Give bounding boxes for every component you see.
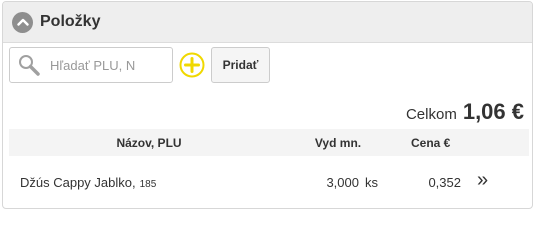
item-name-cell: Džús Cappy Jablko, 185 [9, 156, 289, 208]
add-button[interactable]: Pridať [211, 47, 270, 83]
column-header-name: Názov, PLU [116, 135, 182, 150]
column-header-price: Cena € [411, 135, 451, 150]
item-quantity-cell: 3,000 ks [289, 156, 387, 208]
total-label: Celkom [405, 106, 457, 123]
search-input[interactable] [50, 57, 136, 73]
plus-circle-icon[interactable] [179, 52, 205, 78]
table-header-row: Názov, PLU Vyd mn. Cena € [9, 129, 529, 156]
item-quantity: 3,000 [326, 174, 359, 190]
table-row[interactable]: Džús Cappy Jablko, 185 3,000 ks 0,352 » [9, 156, 529, 208]
chevron-up-icon[interactable] [12, 11, 33, 33]
double-chevron-right-icon[interactable]: » [477, 169, 488, 191]
item-name: Džús Cappy Jablko, [20, 174, 136, 190]
total-summary: Celkom 1,06 € [406, 99, 524, 125]
item-action-cell: » [477, 156, 529, 208]
panel-title: Položky [40, 13, 101, 30]
column-header-quantity: Vyd mn. [314, 135, 362, 150]
panel-header: Položky [3, 2, 532, 43]
items-table: Názov, PLU Vyd mn. Cena € Džús Cappy Jab… [9, 129, 529, 208]
total-value: 1,06 € [462, 99, 524, 124]
search-icon [19, 55, 40, 76]
toolbar: Pridať [9, 47, 270, 83]
item-plu: 185 [139, 178, 157, 190]
column-header-action [477, 129, 529, 156]
item-unit: ks [365, 174, 378, 190]
item-price: 0,352 [428, 174, 461, 190]
search-box [9, 47, 173, 83]
items-panel: Položky Pridať Celkom 1,06 € Názov, PLU … [2, 1, 533, 209]
